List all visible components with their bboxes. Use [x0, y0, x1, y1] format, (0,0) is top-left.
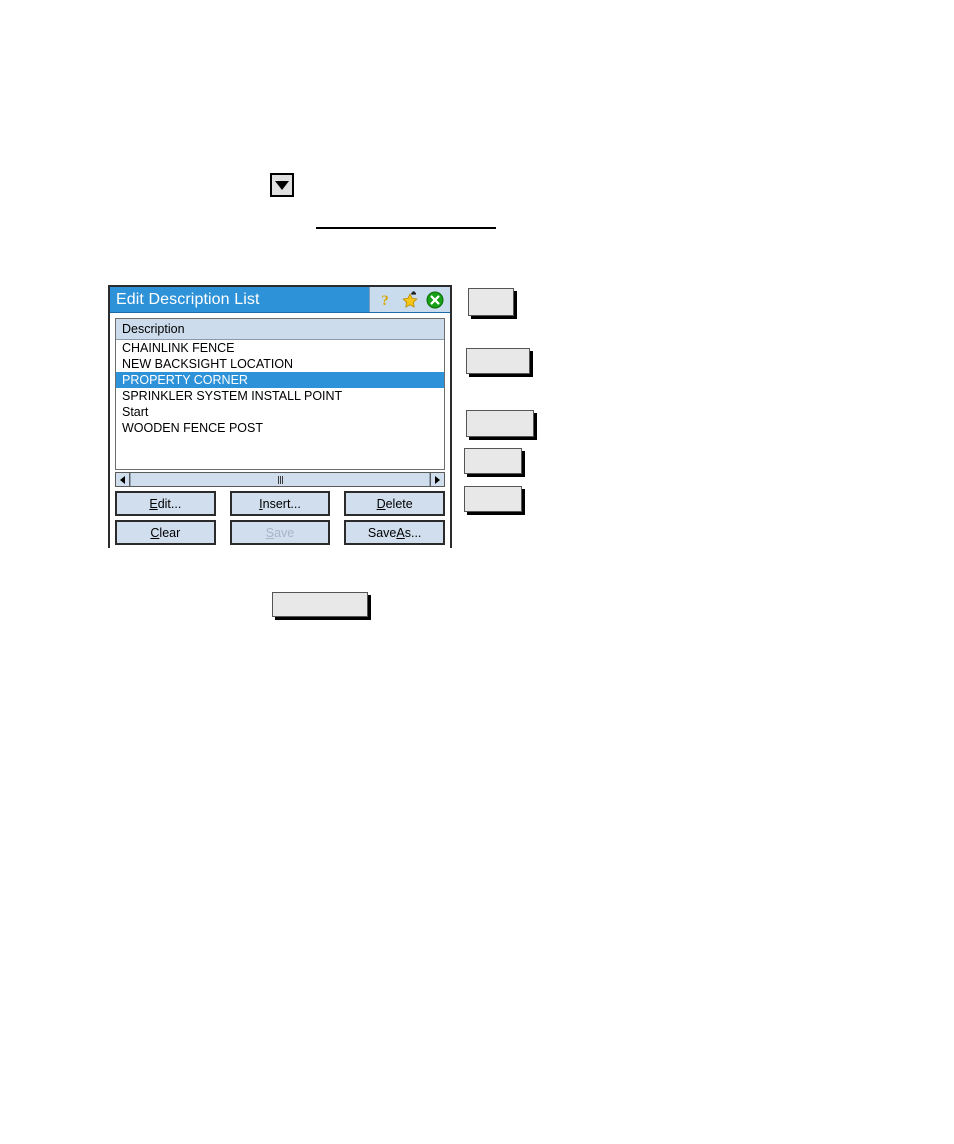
- dropdown-arrow-button[interactable]: [270, 173, 294, 197]
- list-item[interactable]: PROPERTY CORNER: [116, 372, 444, 388]
- callout-box-1: [468, 288, 514, 316]
- window-titlebar: Edit Description List ?: [110, 287, 450, 313]
- list-item[interactable]: NEW BACKSIGHT LOCATION: [116, 356, 444, 372]
- callout-box-6: [272, 592, 368, 617]
- window-system-icons: ?: [369, 287, 450, 312]
- scroll-thumb-grip: [277, 475, 283, 484]
- help-icon[interactable]: ?: [376, 291, 394, 309]
- list-item[interactable]: CHAINLINK FENCE: [116, 340, 444, 356]
- callout-box-2: [466, 348, 530, 374]
- arrow-right-icon: [435, 475, 440, 484]
- callout-box-4: [464, 448, 522, 474]
- window-client-area: Description CHAINLINK FENCE NEW BACKSIGHT…: [110, 313, 450, 550]
- column-header-description: Description: [116, 319, 444, 340]
- delete-button[interactable]: Delete: [344, 491, 445, 516]
- list-item[interactable]: WOODEN FENCE POST: [116, 420, 444, 436]
- insert-button[interactable]: Insert...: [229, 491, 331, 516]
- scroll-right-arrow[interactable]: [430, 472, 445, 487]
- edit-description-list-window: Edit Description List ? Description CHAI…: [108, 285, 452, 550]
- list-item[interactable]: SPRINKLER SYSTEM INSTALL POINT: [116, 388, 444, 404]
- clear-button[interactable]: Clear: [115, 520, 216, 545]
- favorites-star-icon[interactable]: [401, 290, 419, 309]
- command-button-grid: Edit... Insert... Delete Clear Save Save As..…: [115, 491, 445, 545]
- scrollbar-thumb[interactable]: [130, 473, 430, 486]
- window-title: Edit Description List: [116, 290, 260, 308]
- horizontal-scrollbar[interactable]: [115, 472, 445, 487]
- edit-button[interactable]: Edit...: [115, 491, 216, 516]
- arrow-left-icon: [120, 475, 125, 484]
- description-list-rows[interactable]: CHAINLINK FENCE NEW BACKSIGHT LOCATION PRO…: [116, 340, 444, 469]
- save-as-button[interactable]: Save As...: [344, 520, 445, 545]
- callout-box-5: [464, 486, 522, 512]
- callout-box-3: [466, 410, 534, 437]
- chevron-down-icon: [275, 180, 289, 190]
- svg-text:?: ?: [381, 293, 389, 309]
- description-listbox[interactable]: Description CHAINLINK FENCE NEW BACKSIGHT…: [115, 318, 445, 470]
- list-item[interactable]: Start: [116, 404, 444, 420]
- save-button: Save: [229, 520, 331, 545]
- divider-rule: [316, 227, 496, 229]
- close-icon[interactable]: [426, 291, 444, 309]
- scroll-left-arrow[interactable]: [115, 472, 130, 487]
- scrollbar-track[interactable]: [130, 472, 430, 487]
